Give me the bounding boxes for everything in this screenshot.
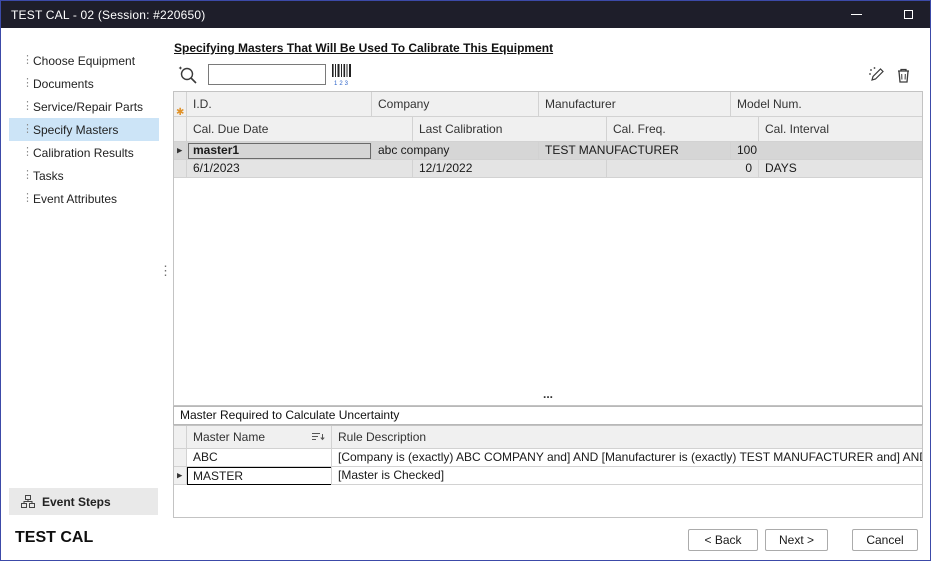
minimize-button[interactable] bbox=[842, 1, 870, 28]
cell-rule-description[interactable]: [Master is Checked] bbox=[332, 467, 923, 485]
sidebar-item-label: Service/Repair Parts bbox=[33, 100, 143, 114]
splitter-handle[interactable]: ⋮ bbox=[159, 267, 167, 289]
grip-dots-icon: ⋮ bbox=[22, 101, 26, 112]
maximize-icon bbox=[904, 10, 913, 19]
sidebar-item-label: Specify Masters bbox=[33, 123, 118, 137]
sidebar-item-specify-masters[interactable]: ⋮ Specify Masters bbox=[9, 118, 159, 141]
column-header-manufacturer[interactable]: Manufacturer bbox=[539, 92, 731, 117]
column-header-id[interactable]: I.D. bbox=[187, 92, 372, 117]
row-indicator-header bbox=[174, 426, 187, 449]
column-header-cal-freq[interactable]: Cal. Freq. bbox=[607, 117, 759, 142]
barcode-digits-label: 123 bbox=[332, 81, 352, 87]
row-indicator bbox=[174, 449, 187, 467]
column-header-last-calibration[interactable]: Last Calibration bbox=[413, 117, 607, 142]
cell-cal-freq[interactable]: 0 bbox=[607, 160, 759, 178]
back-button[interactable]: < Back bbox=[688, 529, 758, 551]
event-steps-label: Event Steps bbox=[42, 495, 111, 509]
row-arrow-icon: ▶ bbox=[177, 472, 182, 479]
cell-id[interactable]: master1 bbox=[187, 142, 372, 160]
current-row-indicator: ▶ bbox=[174, 467, 187, 485]
grip-dots-icon: ⋮ bbox=[22, 170, 26, 181]
uncertainty-grid-header: Master Name Rule Description bbox=[174, 426, 922, 449]
page-title: Specifying Masters That Will Be Used To … bbox=[174, 41, 553, 55]
current-row-indicator: ▶ bbox=[174, 142, 187, 160]
uncertainty-row-abc[interactable]: ABC [Company is (exactly) ABC COMPANY an… bbox=[174, 449, 922, 467]
cell-company[interactable]: abc company bbox=[372, 142, 539, 160]
sidebar-item-calibration-results[interactable]: ⋮ Calibration Results bbox=[9, 141, 159, 164]
column-header-model-num[interactable]: Model Num. bbox=[731, 92, 923, 117]
column-header-cal-interval[interactable]: Cal. Interval bbox=[759, 117, 923, 142]
cancel-button[interactable]: Cancel bbox=[852, 529, 918, 551]
app-window: TEST CAL - 02 (Session: #220650) ⋮ Choos… bbox=[0, 0, 931, 561]
delete-trash-icon[interactable] bbox=[895, 66, 912, 84]
wizard-brand-title: TEST CAL bbox=[15, 529, 93, 547]
sort-icon bbox=[312, 432, 325, 442]
masters-grid-header-row1: ✱ I.D. Company Manufacturer Model Num. bbox=[174, 92, 922, 117]
cell-last-calibration[interactable]: 12/1/2022 bbox=[413, 160, 607, 178]
grip-dots-icon: ⋮ bbox=[22, 55, 26, 66]
row-arrow-icon: ▶ bbox=[177, 147, 182, 154]
row-indicator-header: ✱ bbox=[174, 92, 187, 117]
uncertainty-grid: Master Name Rule Description ABC [Compan… bbox=[173, 425, 923, 518]
window-title: TEST CAL - 02 (Session: #220650) bbox=[1, 8, 206, 22]
barcode-lines-icon bbox=[332, 64, 352, 77]
title-bar: TEST CAL - 02 (Session: #220650) bbox=[1, 1, 930, 28]
search-input[interactable] bbox=[208, 64, 326, 85]
sidebar-item-event-attributes[interactable]: ⋮ Event Attributes bbox=[9, 187, 159, 210]
cell-master-name[interactable]: ABC bbox=[187, 449, 332, 467]
master-row-line2[interactable]: 6/1/2023 12/1/2022 0 DAYS bbox=[174, 160, 922, 178]
masters-grid-header-row2: Cal. Due Date Last Calibration Cal. Freq… bbox=[174, 117, 922, 142]
column-header-company[interactable]: Company bbox=[372, 92, 539, 117]
minimize-icon bbox=[851, 14, 862, 15]
master-name-edit-box[interactable]: MASTER bbox=[187, 467, 332, 485]
row-indicator-header bbox=[174, 117, 187, 142]
uncertainty-row-master[interactable]: ▶ MASTER [Master is Checked] bbox=[174, 467, 922, 485]
sidebar-item-label: Choose Equipment bbox=[33, 54, 135, 68]
sidebar-item-tasks[interactable]: ⋮ Tasks bbox=[9, 164, 159, 187]
grip-dots-icon: ⋮ bbox=[22, 78, 26, 89]
sidebar-item-choose-equipment[interactable]: ⋮ Choose Equipment bbox=[9, 49, 159, 72]
sitemap-icon bbox=[21, 495, 35, 508]
cell-master-name-editing[interactable]: MASTER bbox=[187, 467, 332, 485]
master-row-line1[interactable]: ▶ master1 abc company TEST MANUFACTURER … bbox=[174, 142, 922, 160]
next-button[interactable]: Next > bbox=[765, 529, 828, 551]
cell-model-num[interactable]: 100 bbox=[731, 142, 923, 160]
wizard-step-list: ⋮ Choose Equipment ⋮ Documents ⋮ Service… bbox=[9, 49, 159, 210]
column-header-rule-description[interactable]: Rule Description bbox=[332, 426, 923, 449]
search-icon[interactable] bbox=[178, 65, 199, 86]
row-indicator bbox=[174, 160, 187, 178]
grip-dots-icon: ⋮ bbox=[22, 193, 26, 204]
maximize-button[interactable] bbox=[894, 1, 922, 28]
master-name-header-label: Master Name bbox=[193, 430, 265, 444]
window-controls bbox=[842, 1, 922, 28]
column-header-cal-due-date[interactable]: Cal. Due Date bbox=[187, 117, 413, 142]
sidebar-item-label: Tasks bbox=[33, 169, 64, 183]
event-steps-button[interactable]: Event Steps bbox=[9, 488, 158, 515]
grip-dots-icon: ⋮ bbox=[22, 147, 26, 158]
column-header-master-name[interactable]: Master Name bbox=[187, 426, 332, 449]
cell-cal-interval[interactable]: DAYS bbox=[759, 160, 923, 178]
sidebar-item-service-repair-parts[interactable]: ⋮ Service/Repair Parts bbox=[9, 95, 159, 118]
sidebar-item-label: Event Attributes bbox=[33, 192, 117, 206]
grid-overflow-indicator: ... bbox=[543, 387, 553, 401]
edit-pencil-icon[interactable] bbox=[868, 66, 886, 84]
cell-cal-due-date[interactable]: 6/1/2023 bbox=[187, 160, 413, 178]
sidebar-item-label: Documents bbox=[33, 77, 94, 91]
grip-dots-icon: ⋮ bbox=[22, 124, 26, 135]
masters-grid: ✱ I.D. Company Manufacturer Model Num. C… bbox=[173, 91, 923, 406]
sidebar-item-label: Calibration Results bbox=[33, 146, 134, 160]
cell-manufacturer[interactable]: TEST MANUFACTURER bbox=[539, 142, 731, 160]
uncertainty-section-title: Master Required to Calculate Uncertainty bbox=[173, 406, 923, 425]
barcode-icon[interactable]: 123 bbox=[332, 64, 352, 87]
sidebar-item-documents[interactable]: ⋮ Documents bbox=[9, 72, 159, 95]
cell-rule-description[interactable]: [Company is (exactly) ABC COMPANY and] A… bbox=[332, 449, 923, 467]
